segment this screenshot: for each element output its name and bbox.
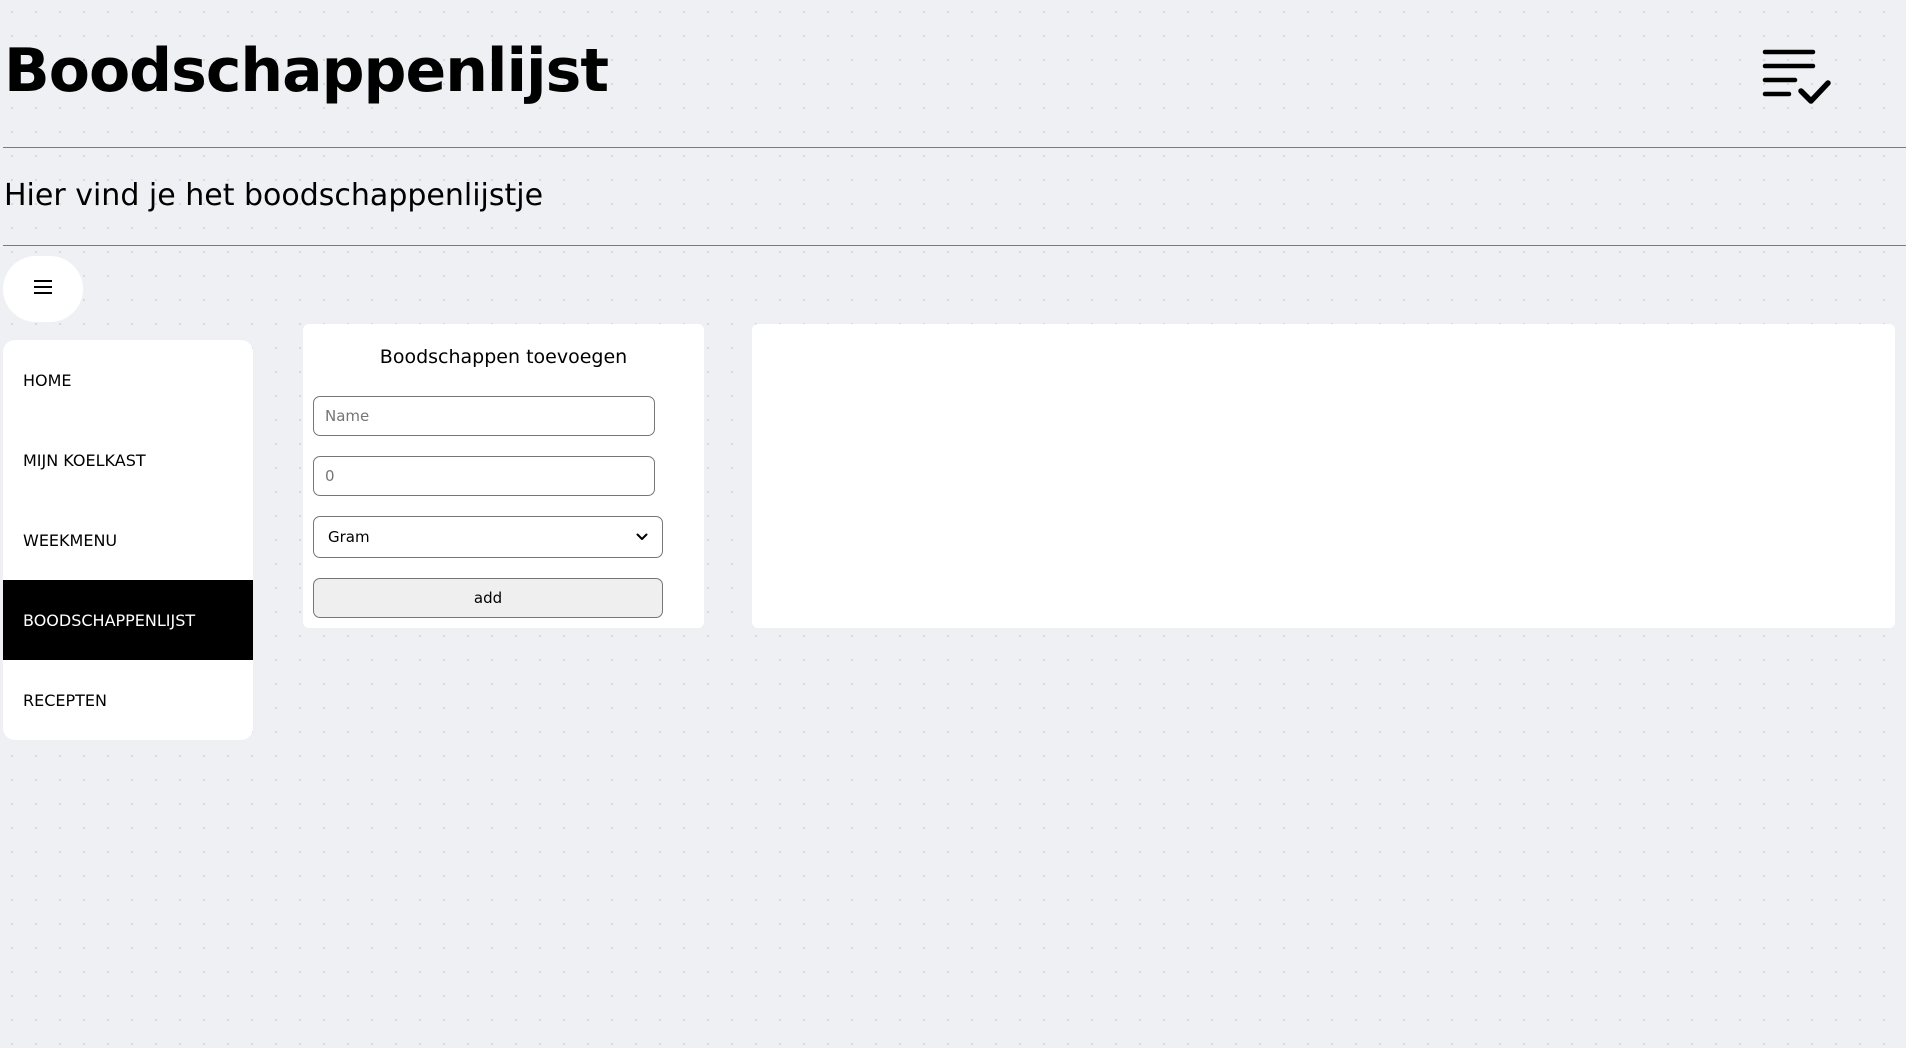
sidebar-nav: HOME MIJN KOELKAST WEEKMENU BOODSCHAPPEN… [3,340,253,740]
shopping-list-panel [752,324,1895,628]
hamburger-menu-icon [33,279,53,299]
sidebar-item-home[interactable]: HOME [3,340,253,420]
sidebar-item-label: HOME [23,370,72,390]
unit-select-value: Gram [328,528,370,546]
header-divider [3,147,1906,148]
subtitle-divider [3,245,1906,246]
unit-select[interactable]: Gram [313,516,663,558]
sidebar-item-recepten[interactable]: RECEPTEN [3,660,253,740]
menu-toggle-button[interactable] [3,256,83,322]
sidebar-item-label: MIJN KOELKAST [23,450,146,470]
add-groceries-title: Boodschappen toevoegen [379,346,628,368]
quantity-input[interactable] [313,456,655,496]
chevron-down-icon [636,531,648,543]
add-groceries-card: Boodschappen toevoegen Gram add [303,324,704,628]
sidebar-item-label: RECEPTEN [23,690,108,710]
page-subtitle: Hier vind je het boodschappenlijstje [4,178,544,213]
sidebar-item-label: BOODSCHAPPENLIJST [23,610,196,630]
name-input[interactable] [313,396,655,436]
page-title: Boodschappenlijst [4,36,609,106]
sidebar-item-boodschappenlijst[interactable]: BOODSCHAPPENLIJST [3,580,253,660]
sidebar-item-weekmenu[interactable]: WEEKMENU [3,500,253,580]
sidebar-item-label: WEEKMENU [23,530,118,550]
sidebar-item-mijn-koelkast[interactable]: MIJN KOELKAST [3,420,253,500]
add-button[interactable]: add [313,578,663,618]
checklist-icon [1762,48,1832,108]
